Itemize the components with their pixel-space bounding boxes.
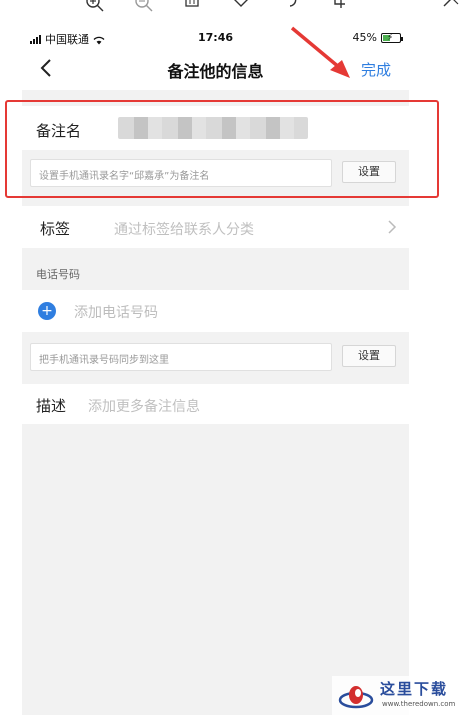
tag-row[interactable]: 标签 通过标签给联系人分类 xyxy=(22,206,409,248)
rotate-icon[interactable] xyxy=(279,0,301,14)
remark-name-label: 备注名 xyxy=(36,122,82,140)
add-phone-row[interactable]: + 添加电话号码 xyxy=(22,290,409,332)
page-title: 备注他的信息 xyxy=(167,62,264,81)
description-row[interactable]: 描述 添加更多备注信息 xyxy=(22,384,409,424)
zoom-in-icon[interactable] xyxy=(84,0,106,14)
edit-icon[interactable] xyxy=(440,0,462,14)
phone-sync-input[interactable]: 把手机通讯录号码同步到这里 xyxy=(30,343,332,371)
watermark-url: www.theredown.com xyxy=(382,700,456,708)
remark-name-input[interactable] xyxy=(118,117,308,139)
remark-set-button[interactable]: 设置 xyxy=(342,161,396,183)
battery-icon: ⚡ xyxy=(381,32,403,43)
description-hint: 添加更多备注信息 xyxy=(88,399,200,415)
status-time: 17:46 xyxy=(197,31,233,44)
watermark-text: 这里下载 xyxy=(380,680,449,698)
heart-icon[interactable] xyxy=(230,0,252,14)
remark-sync-input[interactable]: 设置手机通讯录名字“邱嘉承”为备注名 xyxy=(30,159,332,187)
phone-screen: 中国联通 17:46 45% ⚡ 备注他的信息 完成 备注名 设置手机通讯录名字… xyxy=(22,22,409,715)
battery-percent: 45% xyxy=(352,31,377,44)
zoom-out-icon[interactable] xyxy=(133,0,155,14)
tag-label: 标签 xyxy=(40,220,71,238)
chevron-right-icon xyxy=(387,219,397,235)
nav-bar: 备注他的信息 完成 xyxy=(22,48,409,90)
remark-name-row[interactable]: 备注名 xyxy=(22,106,409,150)
crop-icon[interactable] xyxy=(329,0,351,14)
watermark: 这里下载 www.theredown.com xyxy=(332,676,463,715)
viewer-toolbar xyxy=(0,0,463,22)
add-phone-label: 添加电话号码 xyxy=(74,305,158,321)
delete-icon[interactable] xyxy=(181,0,203,14)
status-bar: 中国联通 17:46 45% ⚡ xyxy=(22,22,409,48)
done-button[interactable]: 完成 xyxy=(361,59,391,80)
section-gap xyxy=(22,90,409,106)
tag-hint: 通过标签给联系人分类 xyxy=(114,222,254,238)
watermark-logo-icon xyxy=(336,678,376,712)
phone-section-label: 电话号码 xyxy=(36,268,80,281)
phone-sync-row: 把手机通讯录号码同步到这里 设置 xyxy=(22,334,409,378)
phone-set-button[interactable]: 设置 xyxy=(342,345,396,367)
remark-sync-row: 设置手机通讯录名字“邱嘉承”为备注名 设置 xyxy=(22,150,409,194)
plus-icon[interactable]: + xyxy=(38,302,56,320)
description-label: 描述 xyxy=(36,397,67,415)
